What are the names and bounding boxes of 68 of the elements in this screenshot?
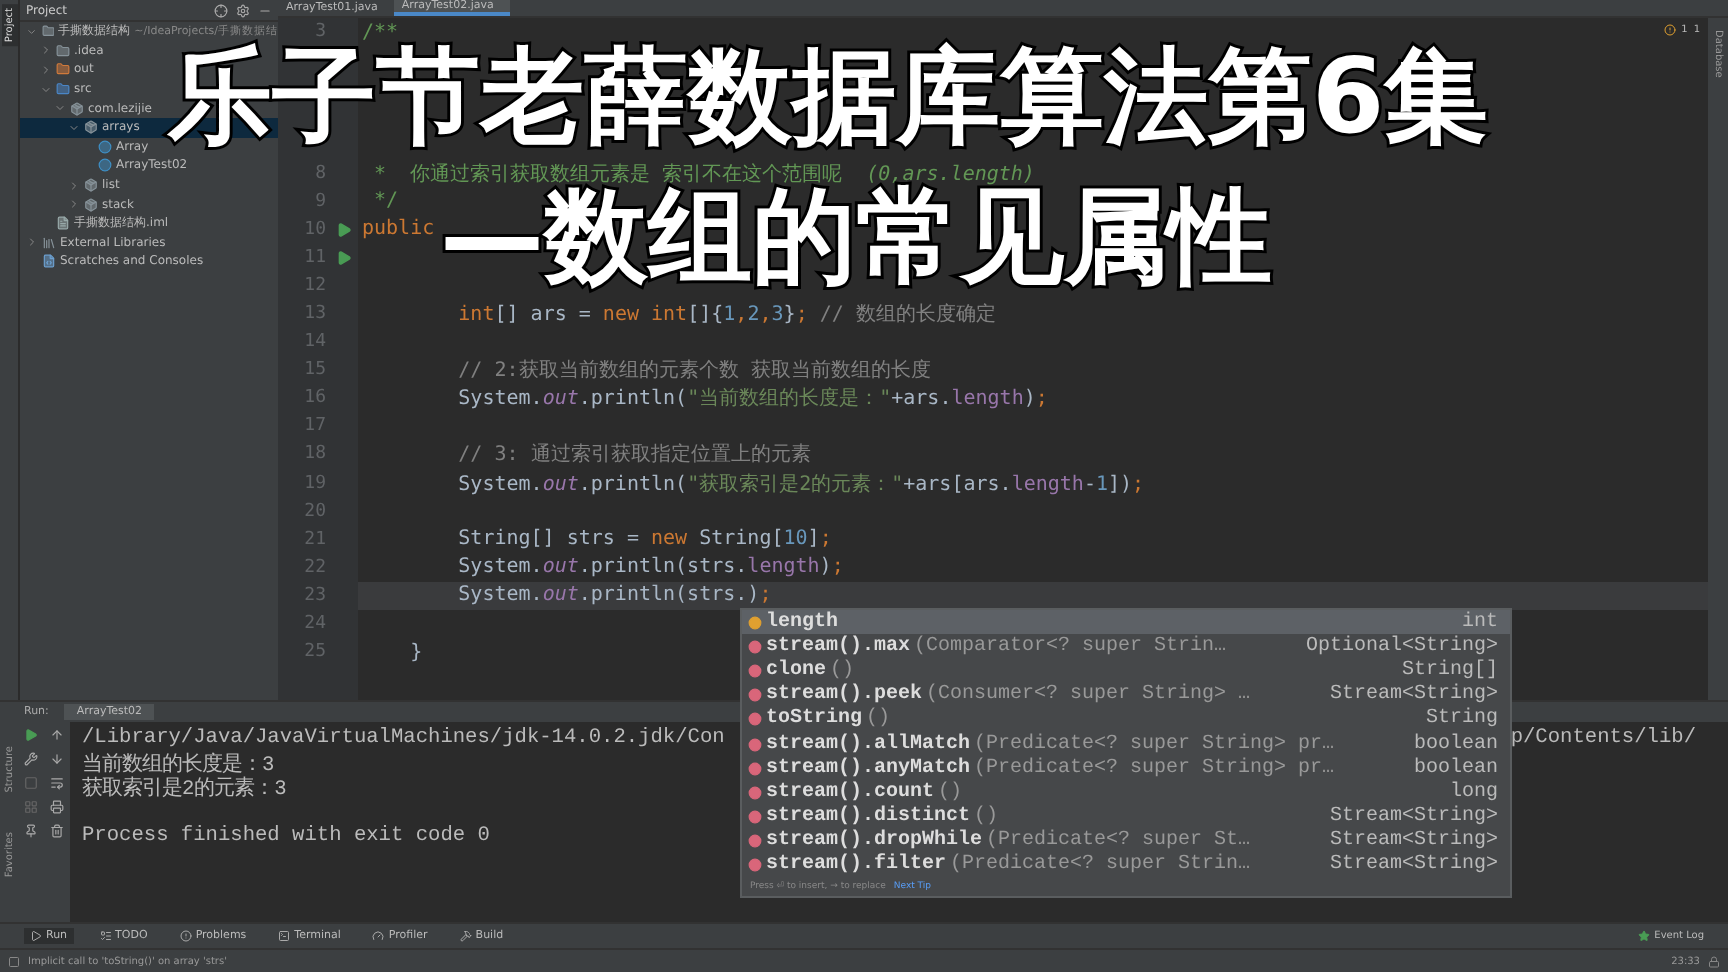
play-icon[interactable]	[24, 727, 38, 742]
folder-icon	[41, 24, 55, 39]
layout-icon[interactable]	[24, 799, 38, 814]
folder-icon	[56, 62, 70, 77]
list-icon	[99, 930, 112, 943]
file-icon	[56, 216, 70, 231]
square-icon[interactable]	[8, 955, 20, 968]
arrow-down-icon[interactable]	[50, 751, 64, 766]
code-line: System.out.println("获取索引是2的元素："+ars[ars.length-1]);	[456, 471, 1145, 498]
wrap-icon[interactable]	[50, 775, 64, 790]
folder-icon	[56, 43, 70, 58]
completion-item[interactable]: stream().peek (Consumer<? super String> … Stream<String>	[742, 683, 1510, 708]
code-line: }	[408, 641, 423, 664]
arrow-up-icon[interactable]	[50, 727, 64, 742]
hammer-icon	[459, 930, 472, 943]
pin-icon[interactable]	[24, 823, 38, 838]
field-icon	[748, 615, 762, 630]
console-line: /Library/Java/JavaVirtualMachines/jdk-14.0.2.jdk/Con	[82, 725, 725, 751]
play-icon[interactable]	[336, 221, 352, 238]
completion-item[interactable]: toString () String	[742, 707, 1510, 732]
code-line: public	[362, 218, 435, 241]
code-line: */	[372, 190, 399, 213]
chevron-right-icon[interactable]	[26, 236, 38, 249]
chevron-down-icon[interactable]	[26, 25, 38, 38]
play-icon[interactable]	[336, 249, 352, 266]
completion-item[interactable]: stream().filter (Predicate<? super Strin… Stream<String>	[742, 853, 1510, 879]
wrench-icon[interactable]	[24, 751, 38, 766]
completion-item[interactable]: stream().distinct () Stream<String>	[742, 805, 1510, 830]
gauge-icon	[372, 930, 385, 943]
code-line: // 2:获取当前数组的元素个数 获取当前数组的长度	[456, 357, 931, 385]
stop-icon[interactable]	[24, 775, 38, 790]
console-line: Process finished with exit code 0	[82, 824, 490, 849]
code-line: int[] ars = new int[]{1,2,3}; // 数组的长度确定	[456, 301, 996, 328]
code-line: * 你通过索引获取数组元素是 索引不在这个范围呢 (0,ars.length)	[372, 161, 1035, 186]
settings-icon[interactable]	[236, 3, 250, 17]
terminal-icon	[278, 930, 291, 943]
console-line: 获取索引是2的元素：3	[82, 774, 287, 800]
lock-icon[interactable]	[1708, 955, 1720, 968]
code-line: /**	[362, 21, 399, 44]
alert-icon	[179, 930, 192, 943]
completion-item[interactable]: clone () String[]	[742, 658, 1510, 684]
completion-item[interactable]: stream().dropWhile (Predicate<? super St… Stream<String>	[742, 829, 1510, 854]
code-line: // 3: 通过索引获取指定位置上的元素	[456, 441, 811, 469]
package-icon	[84, 178, 98, 193]
console-line: p/Contents/lib/	[1510, 725, 1696, 751]
play-icon	[30, 930, 42, 943]
folder-icon	[56, 82, 70, 97]
code-line: System.out.println(strs.);	[456, 584, 772, 607]
warning-icon[interactable]	[1663, 24, 1676, 36]
crosshair-icon[interactable]	[214, 3, 228, 17]
file-icon	[42, 254, 56, 269]
package-icon	[84, 120, 98, 135]
completion-item[interactable]: stream().allMatch (Predicate<? super String> pr… boolean	[742, 731, 1510, 757]
console-line: 当前数组的长度是：3	[82, 750, 275, 775]
package-icon	[84, 197, 98, 212]
completion-item[interactable]: length int	[742, 610, 1510, 635]
completion-item[interactable]: stream().max (Comparator<? super Strin… Optional<String>	[742, 634, 1510, 659]
code-line: String[] strs = new String[10];	[456, 528, 832, 551]
library-icon	[42, 235, 56, 250]
package-icon	[70, 101, 84, 116]
code-line: System.out.println(strs.length);	[456, 556, 844, 579]
code-line: System.out.println("当前数组的长度是："+ars.length);	[456, 385, 1048, 413]
trash-icon[interactable]	[50, 823, 64, 838]
completion-item[interactable]: stream().count () long	[742, 780, 1510, 805]
overlay-title: —数组的常见属性	[440, 184, 1274, 292]
printer-icon[interactable]	[50, 799, 64, 814]
star-icon	[1638, 930, 1651, 943]
completion-item[interactable]: stream().anyMatch (Predicate<? super String> pr… boolean	[742, 756, 1510, 781]
